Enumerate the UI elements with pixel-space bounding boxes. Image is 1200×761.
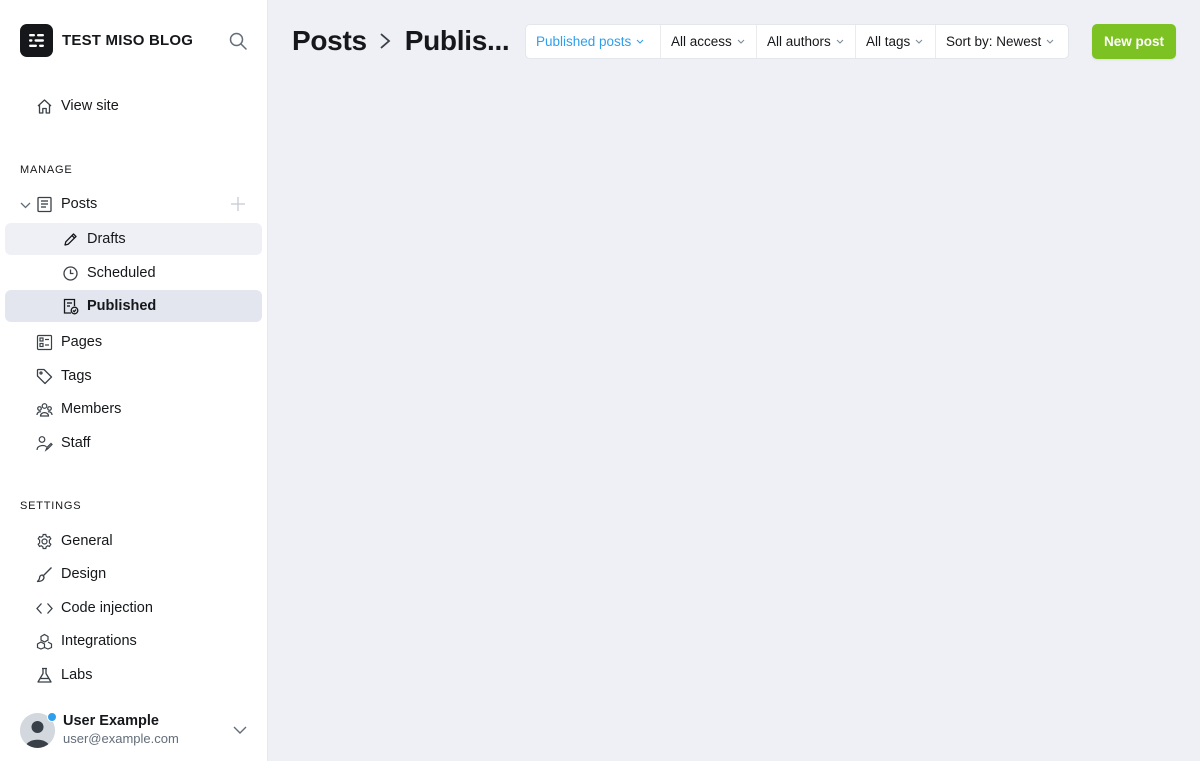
breadcrumb: Posts Publis... [292,22,510,60]
sidebar-item-integrations[interactable]: Integrations [5,625,262,657]
flask-icon [35,666,53,684]
tag-filter-label: All tags [866,34,911,49]
tag-filter-dropdown[interactable]: All tags [856,25,936,58]
type-filter-dropdown[interactable]: Published posts [526,25,661,58]
home-icon [35,97,53,115]
view-site-label: View site [61,98,119,114]
code-icon [35,599,53,617]
sidebar-item-label: Integrations [61,633,137,649]
sidebar-item-label: Members [61,401,122,417]
published-icon [61,297,79,315]
sidebar-item-staff[interactable]: Staff [5,427,262,459]
clock-icon [61,264,79,282]
sort-dropdown[interactable]: Sort by: Newest [936,25,1068,58]
sidebar-item-label: Tags [61,368,92,384]
members-icon [35,400,53,418]
type-filter-label: Published posts [536,34,632,49]
new-post-button[interactable]: New post [1092,24,1176,59]
access-filter-label: All access [671,34,732,49]
breadcrumb-posts-link[interactable]: Posts [292,25,367,57]
ghost-logo-icon [20,24,53,57]
user-info: User Example user@example.com [63,713,179,747]
sidebar-item-labs[interactable]: Labs [5,659,262,691]
manage-section-label: MANAGE [20,164,73,176]
staff-icon [35,434,53,452]
filter-bar: Published posts All access All authors A… [525,24,1069,59]
sidebar: TEST MISO BLOG View site MANAGE Posts Dr… [0,0,268,761]
page-title: Publis... [404,25,510,56]
search-icon[interactable] [227,30,249,52]
notification-dot [47,712,57,722]
chevron-down-icon [915,39,923,44]
author-filter-label: All authors [767,34,831,49]
chevron-down-icon [836,39,844,44]
chevron-down-icon[interactable] [232,723,248,737]
sidebar-item-scheduled[interactable]: Scheduled [5,257,262,289]
sidebar-item-design[interactable]: Design [5,558,262,590]
sidebar-item-label: Staff [61,435,91,451]
chevron-down-icon [737,39,745,44]
pages-icon [35,333,53,351]
access-filter-dropdown[interactable]: All access [661,25,757,58]
sidebar-item-label: Code injection [61,600,153,616]
sidebar-item-general[interactable]: General [5,525,262,557]
blog-title: TEST MISO BLOG [62,32,194,49]
sidebar-item-label: Posts [61,196,98,212]
sidebar-item-tags[interactable]: Tags [5,360,262,392]
add-post-icon[interactable] [229,195,247,213]
sidebar-item-label: Drafts [87,231,126,247]
sidebar-item-label: Scheduled [87,265,156,281]
sidebar-item-members[interactable]: Members [5,393,262,425]
view-site-link[interactable]: View site [5,90,262,122]
pencil-icon [61,230,79,248]
brush-icon [35,565,53,583]
integrations-icon [35,632,53,650]
sidebar-item-label: General [61,533,113,549]
settings-section-label: SETTINGS [20,500,82,512]
sidebar-item-posts[interactable]: Posts [5,188,262,220]
sidebar-item-code-injection[interactable]: Code injection [5,592,262,624]
chevron-down-icon [1046,39,1054,44]
sidebar-item-label: Labs [61,667,93,683]
user-email: user@example.com [63,731,179,746]
sidebar-item-label: Pages [61,334,103,350]
gear-icon [35,532,53,550]
posts-icon [35,195,53,213]
user-menu[interactable]: User Example user@example.com [20,712,260,748]
brand[interactable]: TEST MISO BLOG [20,24,193,57]
chevron-down-icon [636,39,644,44]
chevron-right-icon [379,32,391,50]
tag-icon [35,367,53,385]
sort-label: Sort by: Newest [946,34,1042,49]
sidebar-item-published[interactable]: Published [5,290,262,322]
sidebar-item-label: Design [61,566,107,582]
author-filter-dropdown[interactable]: All authors [757,25,856,58]
sidebar-item-drafts[interactable]: Drafts [5,223,262,255]
user-name: User Example [63,713,159,729]
sidebar-item-pages[interactable]: Pages [5,326,262,358]
sidebar-item-label: Published [87,298,157,314]
